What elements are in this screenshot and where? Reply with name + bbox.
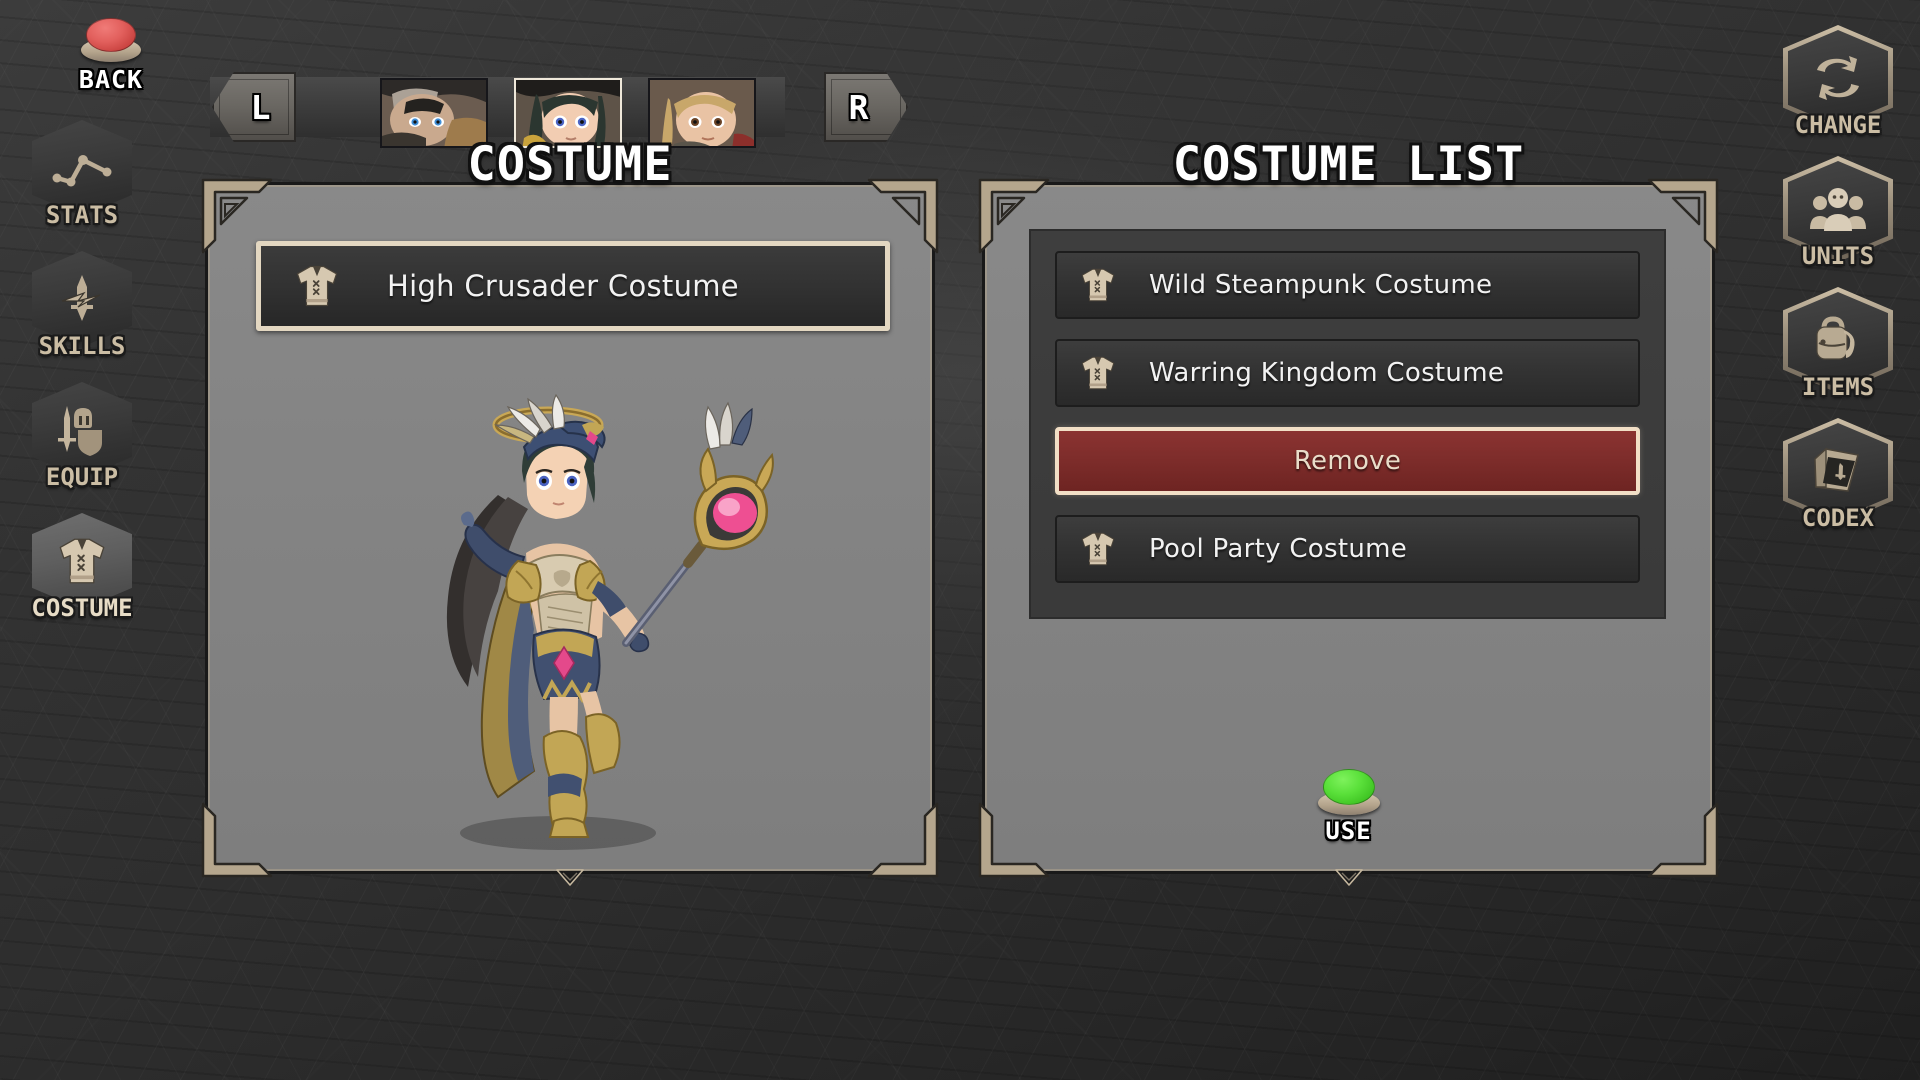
sidebar-item-change[interactable]: CHANGE: [1762, 25, 1914, 161]
sidebar-item-items-label: ITEMS: [1801, 373, 1875, 401]
next-character-button[interactable]: R: [824, 72, 908, 142]
next-character-label: R: [848, 87, 870, 127]
costume-panel: COSTUME High Crusader Costume: [201, 137, 939, 886]
list-item[interactable]: Warring Kingdom Costume: [1055, 339, 1640, 407]
sidebar-item-units[interactable]: UNITS: [1762, 156, 1914, 292]
use-button[interactable]: USE: [985, 769, 1712, 845]
equipped-costume-name: High Crusader Costume: [387, 269, 739, 303]
sidebar-item-stats[interactable]: STATS: [6, 120, 158, 251]
list-item[interactable]: Pool Party Costume: [1055, 515, 1640, 583]
equipped-costume-row[interactable]: High Crusader Costume: [256, 241, 890, 331]
sidebar-item-units-label: UNITS: [1801, 242, 1875, 270]
back-button[interactable]: BACK: [46, 18, 176, 94]
sidebar-item-items[interactable]: ITEMS: [1762, 287, 1914, 423]
green-round-button-icon: [1317, 769, 1380, 817]
sidebar-item-skills[interactable]: SKILLS: [6, 251, 158, 382]
costume-list-panel-title: COSTUME LIST: [1172, 137, 1525, 192]
game-screen: BACK STATS SKILLS EQUIP COSTUME CHANGE U…: [0, 0, 1920, 1080]
costume-shirt-icon: [1077, 528, 1119, 570]
sidebar-item-change-label: CHANGE: [1794, 111, 1882, 139]
list-item-label: Wild Steampunk Costume: [1149, 270, 1493, 300]
left-sidebar: STATS SKILLS EQUIP COSTUME: [6, 120, 158, 644]
sidebar-item-codex-label: CODEX: [1801, 504, 1875, 532]
right-sidebar: CHANGE UNITS ITEMS CODEX: [1762, 25, 1914, 554]
costume-shirt-icon: [1077, 264, 1119, 306]
sidebar-item-codex[interactable]: CODEX: [1762, 418, 1914, 554]
list-item-label: Pool Party Costume: [1149, 534, 1408, 564]
sidebar-item-stats-label: STATS: [45, 201, 119, 229]
back-button-label: BACK: [78, 65, 144, 94]
costume-list: Wild Steampunk Costume Warring Kingdom C…: [1029, 229, 1666, 619]
costume-panel-title: COSTUME: [467, 137, 673, 192]
remove-costume-button[interactable]: Remove: [1055, 427, 1640, 495]
costume-list-panel: COSTUME LIST Wild Steampunk Costume Warr…: [978, 137, 1719, 886]
list-item-label: Warring Kingdom Costume: [1149, 358, 1505, 388]
sidebar-item-equip-label: EQUIP: [45, 463, 119, 491]
panel-expand-chevron-icon[interactable]: [556, 869, 584, 887]
panel-expand-chevron-icon[interactable]: [1334, 869, 1363, 887]
costume-shirt-icon: [291, 260, 343, 312]
remove-costume-label: Remove: [1293, 446, 1402, 476]
red-round-button-icon: [81, 18, 141, 64]
sidebar-item-costume[interactable]: COSTUME: [6, 513, 158, 644]
costume-shirt-icon: [1077, 352, 1119, 394]
sidebar-item-equip[interactable]: EQUIP: [6, 382, 158, 513]
character-artwork: [248, 345, 898, 855]
sidebar-item-skills-label: SKILLS: [38, 332, 126, 360]
use-button-label: USE: [1325, 817, 1372, 845]
list-item[interactable]: Wild Steampunk Costume: [1055, 251, 1640, 319]
prev-character-label: L: [250, 87, 272, 127]
sidebar-item-costume-label: COSTUME: [31, 594, 133, 622]
